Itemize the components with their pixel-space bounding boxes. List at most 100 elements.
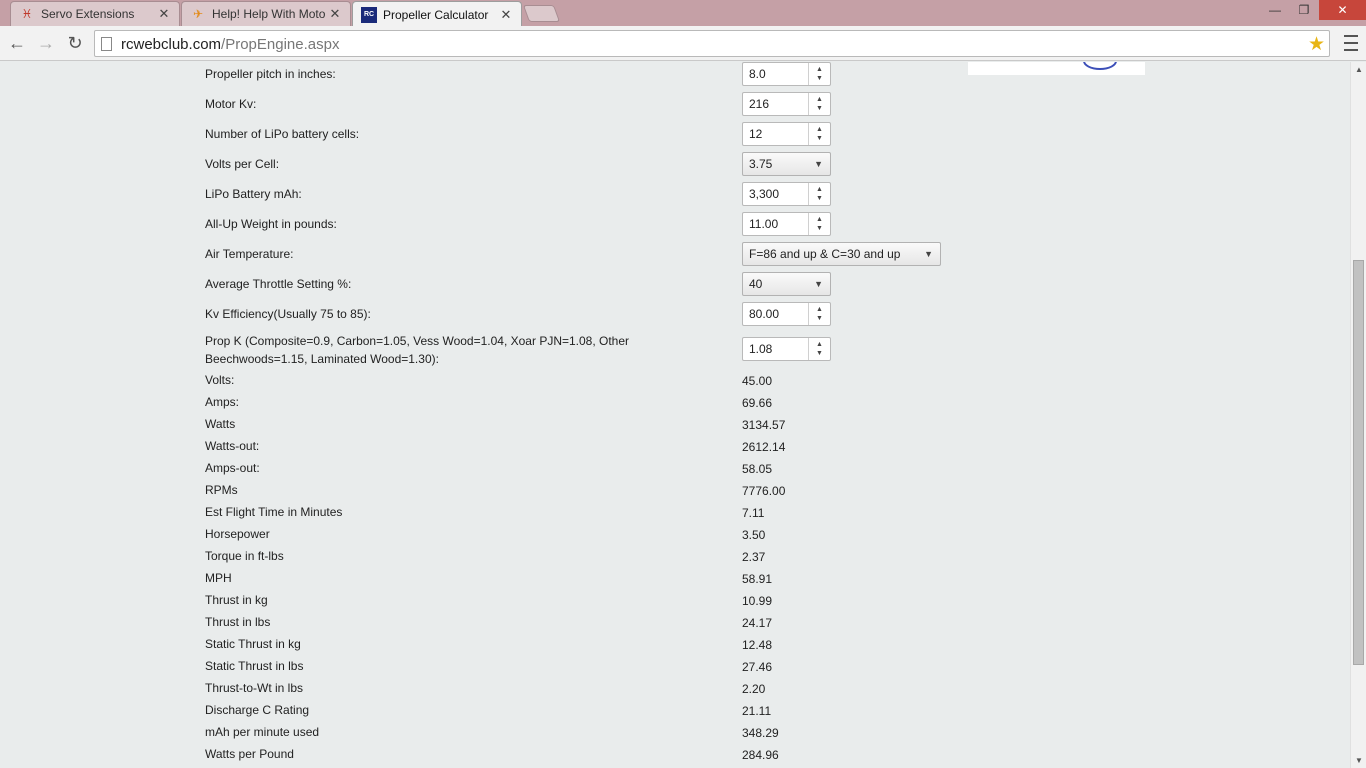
result-label: Watts — [205, 417, 236, 431]
result-label: Horsepower — [205, 527, 270, 541]
tab-title: Propeller Calculator — [383, 7, 489, 22]
restore-icon[interactable]: ❐ — [1290, 0, 1318, 20]
tab-title: Servo Extensions — [41, 7, 135, 21]
menu-icon[interactable] — [1344, 33, 1358, 53]
cells-stepper[interactable]: 12 ▲ ▼ — [742, 122, 831, 146]
result-label: Thrust in kg — [205, 593, 268, 607]
input-label-cells: Number of LiPo battery cells: — [205, 127, 360, 141]
spinner-arrows-icon[interactable]: ▲ ▼ — [808, 303, 830, 325]
volts-per-cell-select[interactable]: 3.75 ▼ — [742, 152, 831, 176]
tab-title: Help! Help With Moto — [212, 7, 326, 21]
motor-kv-stepper[interactable]: 216 ▲ ▼ — [742, 92, 831, 116]
url-text[interactable]: rcwebclub.com/PropEngine.aspx — [121, 36, 339, 53]
chevron-down-icon: ▼ — [924, 249, 933, 259]
tab-servo-extensions[interactable]: ♓ Servo Extensions ✕ — [10, 1, 180, 26]
site-logo — [968, 62, 1145, 75]
result-value: 58.91 — [742, 572, 773, 586]
tab-help-with-motor[interactable]: ✈ Help! Help With Moto ✕ — [181, 1, 351, 26]
result-value: 69.66 — [742, 396, 773, 410]
result-value: 45.00 — [742, 374, 773, 388]
spinner-arrows-icon[interactable]: ▲ ▼ — [808, 213, 830, 235]
spinner-arrows-icon[interactable]: ▲ ▼ — [808, 338, 830, 360]
plane-icon: ✈ — [192, 7, 204, 21]
result-label: Thrust in lbs — [205, 615, 271, 629]
throttle-select[interactable]: 40 ▼ — [742, 272, 831, 296]
result-label: MPH — [205, 571, 232, 585]
input-label-motor-kv: Motor Kv: — [205, 97, 257, 111]
air-temperature-value: F=86 and up & C=30 and up — [749, 247, 901, 261]
input-label-kv-efficiency: Kv Efficiency(Usually 75 to 85): — [205, 307, 371, 321]
page-icon — [101, 37, 112, 51]
spinner-arrows-icon[interactable]: ▲ ▼ — [808, 123, 830, 145]
result-value: 21.11 — [742, 704, 772, 718]
result-value: 10.99 — [742, 594, 773, 608]
minimize-icon[interactable]: — — [1260, 0, 1290, 20]
forward-icon[interactable]: → — [34, 32, 58, 54]
motor-kv-value: 216 — [749, 97, 770, 111]
weight-value: 11.00 — [749, 217, 779, 231]
browser-toolbar: ← → ↻ rcwebclub.com/PropEngine.aspx ★ — [0, 26, 1366, 61]
new-tab-button[interactable] — [522, 5, 561, 22]
input-label-air-temperature: Air Temperature: — [205, 247, 294, 261]
pitch-value: 8.0 — [749, 67, 766, 81]
title-bar: ♓ Servo Extensions ✕ ✈ Help! Help With M… — [0, 0, 1366, 27]
page-content: Propeller pitch in inches: 8.0 ▲ ▼ Motor … — [0, 62, 1350, 768]
result-value: 27.46 — [742, 660, 773, 674]
result-label: Volts: — [205, 373, 235, 387]
air-temperature-select[interactable]: F=86 and up & C=30 and up ▼ — [742, 242, 941, 266]
scroll-down-icon[interactable]: ▼ — [1355, 756, 1363, 765]
result-value: 58.05 — [742, 462, 773, 476]
result-value: 24.17 — [742, 616, 773, 630]
prop-k-stepper[interactable]: 1.08 ▲ ▼ — [742, 337, 831, 361]
bookmark-star-icon[interactable]: ★ — [1308, 33, 1325, 56]
rc-logo-icon: ♓ — [21, 7, 33, 21]
close-tab-icon[interactable]: ✕ — [499, 7, 513, 23]
spinner-arrows-icon[interactable]: ▲ ▼ — [808, 93, 830, 115]
result-label: Torque in ft-lbs — [205, 549, 284, 563]
result-value: 348.29 — [742, 726, 779, 740]
result-label: Discharge C Rating — [205, 703, 310, 717]
result-label: Thrust-to-Wt in lbs — [205, 681, 304, 695]
spinner-arrows-icon[interactable]: ▲ ▼ — [808, 63, 830, 85]
result-value: 12.48 — [742, 638, 773, 652]
result-label: Amps-out: — [205, 461, 260, 475]
result-value: 7776.00 — [742, 484, 786, 498]
result-value: 7.11 — [742, 506, 765, 520]
tab-propeller-calculator[interactable]: RC Propeller Calculator ✕ — [352, 1, 522, 27]
prop-k-value: 1.08 — [749, 342, 773, 356]
result-value: 284.96 — [742, 748, 779, 762]
url-path: /PropEngine.aspx — [221, 36, 340, 53]
battery-mah-value: 3,300 — [749, 187, 780, 201]
reload-icon[interactable]: ↻ — [63, 32, 87, 54]
result-value: 2.20 — [742, 682, 766, 696]
weight-stepper[interactable]: 11.00 ▲ ▼ — [742, 212, 831, 236]
scrollbar[interactable]: ▲ ▼ — [1350, 62, 1366, 768]
input-label-throttle: Average Throttle Setting %: — [205, 277, 352, 291]
back-icon[interactable]: ← — [5, 32, 29, 54]
result-value: 3.50 — [742, 528, 766, 542]
close-window-icon[interactable]: ✕ — [1319, 0, 1366, 20]
input-label-weight: All-Up Weight in pounds: — [205, 217, 337, 231]
result-label: Static Thrust in lbs — [205, 659, 304, 673]
input-label-battery-mah: LiPo Battery mAh: — [205, 187, 302, 201]
battery-mah-stepper[interactable]: 3,300 ▲ ▼ — [742, 182, 831, 206]
result-label: Watts per Pound — [205, 747, 294, 761]
cells-value: 12 — [749, 127, 763, 141]
result-value: 2612.14 — [742, 440, 786, 454]
result-label: Static Thrust in kg — [205, 637, 301, 651]
result-label: Est Flight Time in Minutes — [205, 505, 343, 519]
close-tab-icon[interactable]: ✕ — [328, 6, 342, 22]
kv-efficiency-stepper[interactable]: 80.00 ▲ ▼ — [742, 302, 831, 326]
scrollbar-thumb[interactable] — [1353, 260, 1364, 665]
url-host: rcwebclub.com — [121, 36, 222, 53]
throttle-value: 40 — [749, 277, 763, 291]
rc-logo-icon: RC — [361, 6, 377, 23]
input-label-volts-per-cell: Volts per Cell: — [205, 157, 280, 171]
pitch-stepper[interactable]: 8.0 ▲ ▼ — [742, 62, 831, 86]
close-tab-icon[interactable]: ✕ — [157, 6, 171, 22]
spinner-arrows-icon[interactable]: ▲ ▼ — [808, 183, 830, 205]
result-label: RPMs — [205, 483, 238, 497]
address-bar[interactable]: rcwebclub.com/PropEngine.aspx ★ — [94, 30, 1330, 57]
scroll-up-icon[interactable]: ▲ — [1355, 65, 1363, 74]
result-label: Watts-out: — [205, 439, 260, 453]
